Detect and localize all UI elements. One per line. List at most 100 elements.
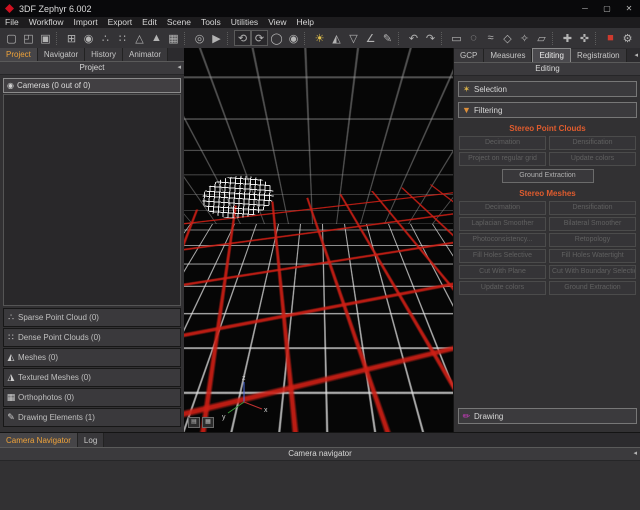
spc-project-regular-grid-button[interactable]: Project on regular grid bbox=[459, 152, 546, 166]
sm-retopology-button[interactable]: Retopology bbox=[549, 233, 636, 247]
menu-help[interactable]: Help bbox=[291, 17, 318, 28]
sm-fill-holes-watertight-button[interactable]: Fill Holes Watertight bbox=[549, 249, 636, 263]
meshes-item[interactable]: ◭ Meshes (0) bbox=[3, 348, 181, 367]
shaded-view-icon[interactable]: ◭ bbox=[328, 30, 345, 46]
camera-navigator-header: Camera navigator ◂ bbox=[0, 447, 640, 461]
maximize-button[interactable]: ▢ bbox=[596, 0, 618, 17]
spc-decimation-button[interactable]: Decimation bbox=[459, 136, 546, 150]
textured-mesh-icon[interactable]: ▲ bbox=[148, 30, 165, 46]
tab-project[interactable]: Project bbox=[0, 48, 38, 61]
manual-edit-icon[interactable]: ✚ bbox=[559, 30, 576, 46]
zephyr-cube-icon[interactable]: ■ bbox=[602, 30, 619, 46]
sparse-point-cloud-icon[interactable]: ∴ bbox=[97, 30, 114, 46]
menu-file[interactable]: File bbox=[0, 17, 24, 28]
drawing-elements-item[interactable]: ✎ Drawing Elements (1) bbox=[3, 408, 181, 427]
wireframe-view-icon[interactable]: ▽ bbox=[345, 30, 362, 46]
spc-densification-button[interactable]: Densification bbox=[549, 136, 636, 150]
plane-selection-icon[interactable]: ▱ bbox=[533, 30, 550, 46]
tab-log[interactable]: Log bbox=[78, 433, 104, 447]
smart-selection-icon[interactable]: ✧ bbox=[516, 30, 533, 46]
sm-densification-button[interactable]: Densification bbox=[549, 201, 636, 215]
pen-icon: ✎ bbox=[4, 412, 18, 423]
menu-utilities[interactable]: Utilities bbox=[226, 17, 263, 28]
sm-ground-extraction-button[interactable]: Ground Extraction bbox=[549, 281, 636, 295]
menu-edit[interactable]: Edit bbox=[137, 17, 162, 28]
minimize-button[interactable]: ─ bbox=[574, 0, 596, 17]
dense-point-clouds-item[interactable]: ∷ Dense Point Clouds (0) bbox=[3, 328, 181, 347]
sm-bilateral-smoother-button[interactable]: Bilateral Smoother bbox=[549, 217, 636, 231]
tab-measures[interactable]: Measures bbox=[484, 49, 532, 62]
menu-workflow[interactable]: Workflow bbox=[24, 17, 69, 28]
close-button[interactable]: ✕ bbox=[618, 0, 640, 17]
tab-camera-navigator[interactable]: Camera Navigator bbox=[0, 433, 78, 447]
menu-import[interactable]: Import bbox=[69, 17, 103, 28]
tab-gcp[interactable]: GCP bbox=[454, 49, 484, 62]
menu-export[interactable]: Export bbox=[103, 17, 138, 28]
spc-ground-row: Ground Extraction bbox=[459, 169, 636, 183]
annotate-icon[interactable]: ✎ bbox=[379, 30, 396, 46]
menu-scene[interactable]: Scene bbox=[162, 17, 196, 28]
orthophoto-icon[interactable]: ▦ bbox=[165, 30, 182, 46]
spc-update-colors-button[interactable]: Update colors bbox=[549, 152, 636, 166]
stereo-point-clouds-grid: Decimation Densification Project on regu… bbox=[459, 136, 636, 166]
tab-history[interactable]: History bbox=[85, 48, 123, 61]
sm-cut-with-plane-button[interactable]: Cut With Plane bbox=[459, 265, 546, 279]
tab-animator[interactable]: Animator bbox=[123, 48, 168, 61]
camera-tree-area[interactable] bbox=[3, 94, 181, 306]
textured-meshes-item[interactable]: ◮ Textured Meshes (0) bbox=[3, 368, 181, 387]
poly-selection-icon[interactable]: ◇ bbox=[499, 30, 516, 46]
sm-decimation-button[interactable]: Decimation bbox=[459, 201, 546, 215]
tab-registration[interactable]: Registration bbox=[571, 49, 627, 62]
orthophotos-item[interactable]: ▦ Orthophotos (0) bbox=[3, 388, 181, 407]
viewport-grid-icon[interactable]: ▦ bbox=[202, 417, 214, 428]
viewport-mini-buttons: ▤ ▦ bbox=[188, 417, 214, 428]
measure-icon[interactable]: ∠ bbox=[362, 30, 379, 46]
menu-view[interactable]: View bbox=[263, 17, 291, 28]
camera-navigator-content bbox=[0, 461, 640, 510]
axis-z-label: z bbox=[242, 375, 246, 382]
drawing-button[interactable]: ✏ Drawing bbox=[458, 408, 637, 424]
orbit-pan-icon[interactable]: ⟳ bbox=[251, 30, 268, 46]
screenshot-icon[interactable]: ◎ bbox=[191, 30, 208, 46]
collapse-left-icon[interactable]: ◂ bbox=[177, 62, 181, 74]
sm-update-colors-button[interactable]: Update colors bbox=[459, 281, 546, 295]
new-project-icon[interactable]: ▢ bbox=[3, 30, 20, 46]
settings-icon[interactable]: ⚙ bbox=[619, 30, 636, 46]
free-look-icon[interactable]: ◯ bbox=[268, 30, 285, 46]
3d-viewport[interactable]: z x y ▤ ▦ bbox=[184, 48, 453, 432]
circle-selection-icon[interactable]: ◌ bbox=[465, 30, 482, 46]
sm-photoconsistency-button[interactable]: Photoconsistency... bbox=[459, 233, 546, 247]
menu-tools[interactable]: Tools bbox=[196, 17, 226, 28]
lighting-icon[interactable]: ☀ bbox=[311, 30, 328, 46]
redo-icon[interactable]: ↷ bbox=[422, 30, 439, 46]
sparse-point-cloud-item[interactable]: ∴ Sparse Point Cloud (0) bbox=[3, 308, 181, 327]
editing-panel-title: Editing bbox=[535, 64, 559, 73]
sm-fill-holes-selective-button[interactable]: Fill Holes Selective bbox=[459, 249, 546, 263]
orbit-rotate-icon[interactable]: ⟲ bbox=[234, 30, 251, 46]
sm-cut-with-boundary-button[interactable]: Cut With Boundary Selection bbox=[549, 265, 636, 279]
collapse-bottom-icon[interactable]: ◂ bbox=[633, 448, 637, 460]
viewport-layout-icon[interactable]: ▤ bbox=[188, 417, 200, 428]
tabs-scroll-left-icon[interactable]: ◂ bbox=[631, 49, 640, 62]
list-item-label: Meshes (0) bbox=[18, 353, 58, 362]
cameras-group[interactable]: ◉ Cameras (0 out of 0) bbox=[3, 78, 181, 93]
open-project-icon[interactable]: ◰ bbox=[20, 30, 37, 46]
lasso-selection-icon[interactable]: ≈ bbox=[482, 30, 499, 46]
focus-view-icon[interactable]: ◉ bbox=[285, 30, 302, 46]
tab-navigator[interactable]: Navigator bbox=[38, 48, 85, 61]
tab-editing[interactable]: Editing bbox=[532, 48, 570, 62]
record-video-icon[interactable]: ▶ bbox=[208, 30, 225, 46]
mesh-extraction-icon[interactable]: △ bbox=[131, 30, 148, 46]
spc-ground-extraction-button[interactable]: Ground Extraction bbox=[502, 169, 594, 183]
rect-selection-icon[interactable]: ▭ bbox=[448, 30, 465, 46]
filtering-button[interactable]: ▼ Filtering bbox=[458, 102, 637, 118]
app-logo-icon bbox=[5, 4, 14, 13]
gizmo-move-icon[interactable]: ✜ bbox=[576, 30, 593, 46]
undo-icon[interactable]: ↶ bbox=[405, 30, 422, 46]
sm-laplacian-smoother-button[interactable]: Laplacian Smoother bbox=[459, 217, 546, 231]
save-project-icon[interactable]: ▣ bbox=[37, 30, 54, 46]
selection-button[interactable]: ✶ Selection bbox=[458, 81, 637, 97]
camera-wizard-icon[interactable]: ◉ bbox=[80, 30, 97, 46]
import-photos-icon[interactable]: ⊞ bbox=[63, 30, 80, 46]
dense-point-cloud-icon[interactable]: ∷ bbox=[114, 30, 131, 46]
